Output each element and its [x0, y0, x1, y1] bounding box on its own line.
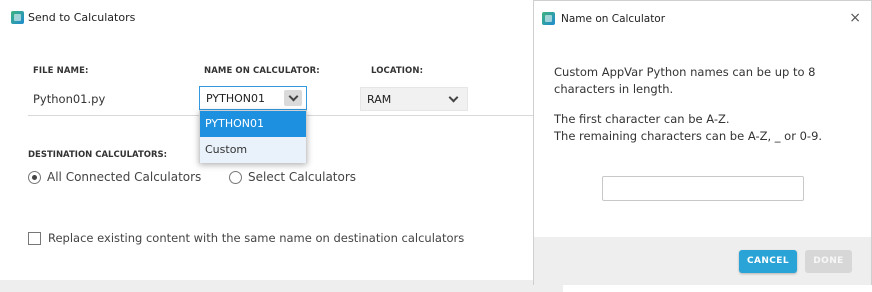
dialog-paragraph-length: Custom AppVar Python names can be up to … [554, 65, 816, 96]
name-select-value: PYTHON01 [206, 92, 265, 105]
dialog-title: Name on Calculator [561, 13, 666, 25]
chevron-down-icon[interactable] [445, 91, 461, 107]
location-select[interactable]: RAM [360, 87, 468, 111]
radio-label-select-calculators: Select Calculators [248, 170, 357, 184]
column-header-name-on-calculator: NAME ON CALCULATOR: [204, 66, 320, 76]
radio-select-calculators[interactable]: Select Calculators [229, 170, 356, 184]
radio-label-all-connected: All Connected Calculators [47, 170, 202, 184]
radio-button-unchecked[interactable] [229, 170, 242, 184]
app-icon [11, 11, 24, 24]
app-icon [542, 12, 555, 25]
dialog-footer: CANCEL DONE [534, 237, 871, 285]
cancel-button[interactable]: CANCEL [739, 250, 797, 273]
radio-button-checked[interactable] [28, 170, 41, 184]
dialog-rule-remaining-chars: The remaining characters can be A-Z, _ o… [554, 129, 823, 143]
dropdown-option-python01[interactable]: PYTHON01 [200, 111, 306, 137]
location-select-value: RAM [367, 93, 392, 106]
close-icon[interactable]: × [849, 10, 861, 26]
column-header-file-name: FILE NAME: [33, 66, 89, 76]
destination-calculators-label: DESTINATION CALCULATORS: [28, 150, 168, 160]
window-title: Send to Calculators [28, 11, 136, 24]
name-on-calculator-select[interactable]: PYTHON01 [199, 86, 307, 110]
radio-all-connected[interactable]: All Connected Calculators [28, 170, 201, 184]
replace-checkbox[interactable] [28, 231, 41, 245]
name-on-calculator-dialog: Name on Calculator × Custom AppVar Pytho… [533, 0, 872, 285]
chevron-down-icon[interactable] [284, 90, 302, 106]
dropdown-option-custom[interactable]: Custom [200, 137, 306, 163]
dialog-rule-first-char: The first character can be A-Z. [554, 112, 730, 126]
file-name-value: Python01.py [33, 92, 106, 106]
replace-checkbox-label: Replace existing content with the same n… [48, 231, 465, 245]
column-header-location: LOCATION: [371, 66, 424, 76]
replace-content-option[interactable]: Replace existing content with the same n… [28, 231, 464, 245]
custom-name-input[interactable] [602, 176, 804, 201]
name-dropdown-list: PYTHON01 Custom [199, 110, 307, 163]
window-footer [0, 280, 563, 292]
done-button[interactable]: DONE [805, 250, 852, 273]
